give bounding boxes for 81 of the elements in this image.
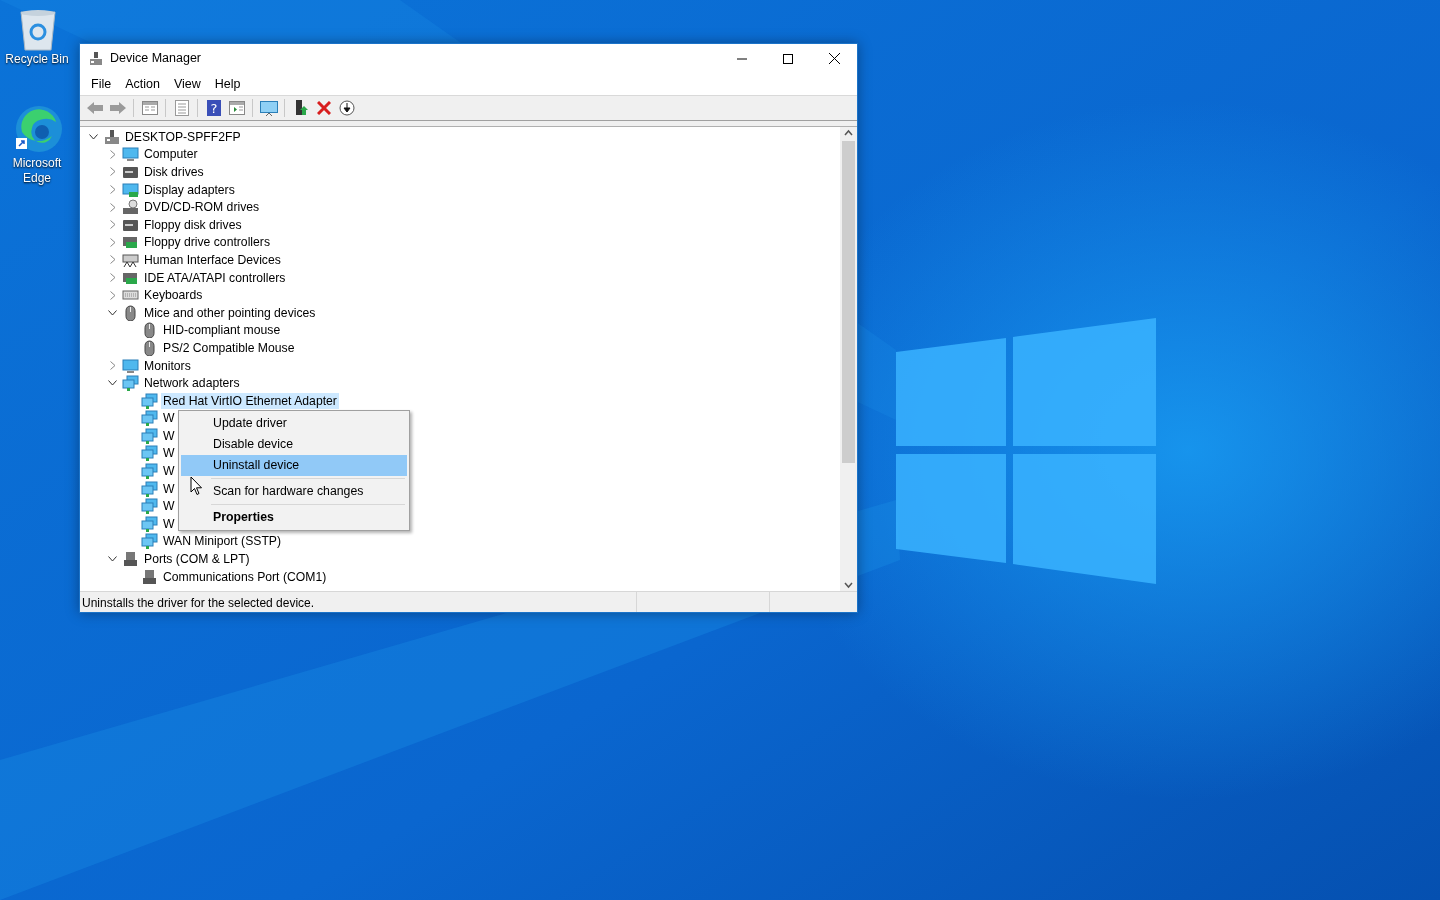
menu-item[interactable]: Update driver [181, 413, 407, 434]
tree-item[interactable]: Floppy disk drives [142, 216, 244, 233]
cursor-icon [190, 476, 203, 496]
close-icon [828, 53, 840, 64]
tree-item[interactable]: PS/2 Compatible Mouse [161, 339, 297, 356]
chevron-right-icon[interactable] [109, 361, 116, 370]
mouse-icon [141, 322, 158, 339]
menu-item[interactable]: Disable device [181, 434, 407, 455]
device-manager-icon [88, 50, 104, 67]
chevron-right-icon[interactable] [109, 255, 116, 265]
chevron-down-icon[interactable] [89, 133, 98, 140]
chevron-right-icon[interactable] [109, 167, 116, 177]
menu-item[interactable]: View [166, 74, 208, 94]
maximize-icon [783, 53, 793, 64]
port-icon [122, 551, 139, 568]
tree-item[interactable]: W [161, 498, 177, 515]
chevron-right-icon[interactable] [109, 220, 116, 230]
chevron-down-icon[interactable] [108, 556, 117, 563]
chevron-down-icon[interactable] [108, 380, 117, 387]
tree-item[interactable]: Disk drives [142, 164, 206, 180]
drive-icon [122, 164, 139, 180]
status-text: Uninstalls the driver for the selected device. [80, 592, 637, 612]
icon-label: Microsoft Edge [11, 156, 63, 186]
network-icon [141, 515, 158, 532]
scrollbar[interactable] [840, 127, 857, 591]
mouse-icon [141, 339, 158, 356]
tree-item[interactable]: W [161, 463, 177, 480]
chevron-down-icon[interactable] [108, 309, 117, 316]
menu-item[interactable]: Uninstall device [181, 455, 407, 476]
tree-item[interactable]: W [161, 410, 177, 427]
monitor-icon [122, 181, 139, 198]
chevron-right-icon[interactable] [109, 149, 116, 159]
tree-item[interactable]: IDE ATA/ATAPI controllers [142, 269, 288, 286]
network-icon [141, 533, 158, 550]
tree-item[interactable]: Red Hat VirtIO Ethernet Adapter [161, 392, 339, 409]
tree-item[interactable]: Computer [142, 146, 200, 163]
menu-item[interactable]: File [84, 74, 119, 94]
network-icon [141, 427, 158, 444]
chevron-right-icon[interactable] [109, 237, 116, 247]
network-icon [141, 498, 158, 515]
port-icon [141, 568, 158, 585]
chevron-right-icon[interactable] [109, 273, 116, 283]
tree-item[interactable]: WAN Miniport (SSTP) [161, 533, 284, 550]
circuit-card-icon [122, 234, 139, 251]
tree-item[interactable]: W [161, 515, 177, 532]
tree-item[interactable]: Floppy drive controllers [142, 234, 272, 251]
menu-item[interactable]: Properties [181, 507, 407, 528]
tree-item[interactable]: Network adapters [142, 375, 242, 392]
tree-item[interactable]: Communications Port (COM1) [161, 568, 329, 585]
monitor-icon [122, 146, 139, 163]
tree-item[interactable]: W [161, 427, 177, 444]
network-icon [141, 410, 158, 427]
tree-item[interactable]: W [161, 480, 177, 497]
network-icon [141, 445, 158, 462]
keyboard-icon [122, 251, 139, 268]
tree-item[interactable]: DESKTOP-SPFF2FP [123, 128, 243, 145]
chevron-right-icon[interactable] [109, 202, 116, 212]
tree-item[interactable]: Display adapters [142, 181, 237, 198]
tree-item[interactable]: HID-compliant mouse [161, 322, 283, 339]
tree-item[interactable]: Keyboards [142, 287, 205, 304]
network-icon [141, 480, 158, 497]
tree-item[interactable]: Mice and other pointing devices [142, 304, 318, 321]
download-icon[interactable] [336, 97, 357, 119]
disc-drive-icon [122, 199, 139, 216]
menu-item[interactable]: Scan for hardware changes [181, 481, 407, 502]
window-title: Device Manager [110, 50, 201, 68]
chevron-right-icon[interactable] [109, 290, 116, 300]
tree-item[interactable]: Monitors [142, 357, 193, 374]
tree-item[interactable]: Human Interface Devices [142, 251, 283, 268]
network-icon [141, 463, 158, 480]
network-icon [141, 392, 158, 409]
tree-item[interactable]: DVD/CD-ROM drives [142, 199, 262, 216]
monitor-icon [122, 357, 139, 374]
menu-item[interactable]: Action [118, 74, 167, 94]
tree-item[interactable]: Ports (COM & LPT) [142, 551, 252, 568]
menu-item[interactable]: Help [207, 74, 248, 94]
chevron-right-icon[interactable] [109, 185, 116, 195]
icon-label: Recycle Bin [4, 52, 70, 67]
tree-item[interactable]: W [161, 445, 177, 462]
network-icon [122, 375, 139, 392]
mouse-icon [122, 304, 139, 321]
